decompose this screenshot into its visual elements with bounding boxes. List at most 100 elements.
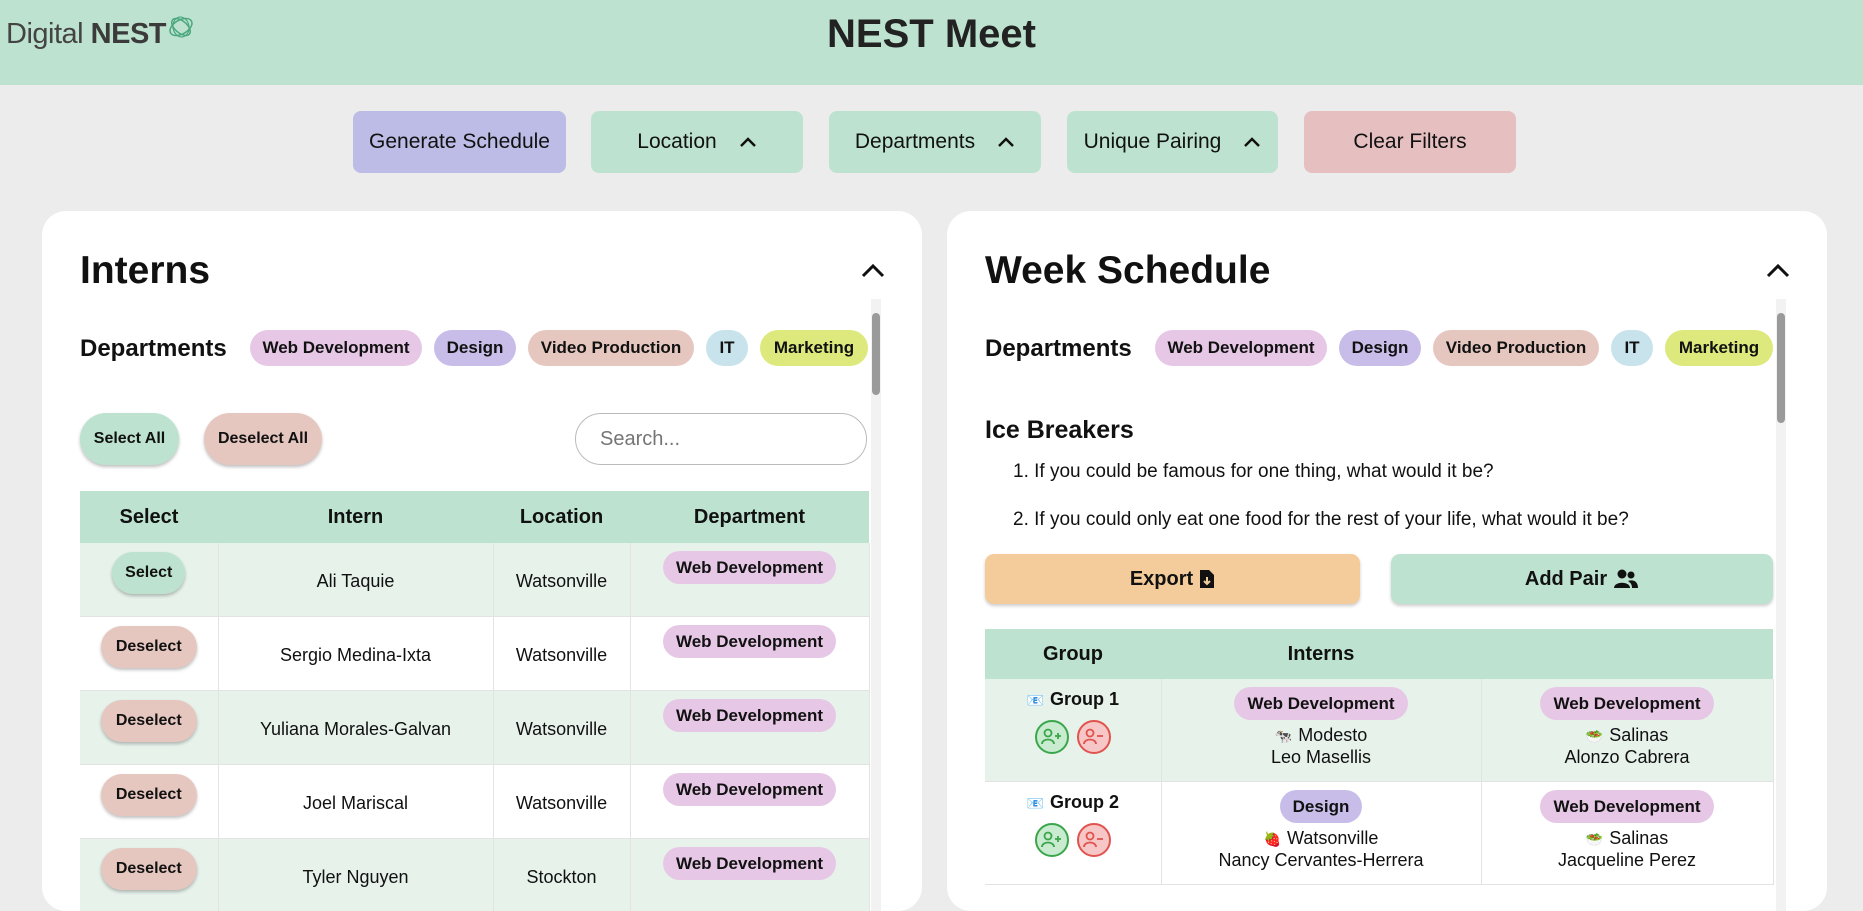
member-location: 🍓Watsonville <box>1163 828 1480 850</box>
dept-chip-design[interactable]: Design <box>434 330 516 366</box>
app-header: Digital NEST NEST Meet <box>0 0 1863 85</box>
select-intern-button[interactable]: Select <box>112 552 185 594</box>
interns-scrollbar[interactable] <box>871 299 881 911</box>
generate-schedule-button[interactable]: Generate Schedule <box>353 111 566 173</box>
dept-chip-video-production[interactable]: Video Production <box>1433 330 1599 366</box>
ice-breakers-title: Ice Breakers <box>985 416 1134 445</box>
deselect-all-button[interactable]: Deselect All <box>204 413 322 465</box>
department-tag: Web Development <box>1234 687 1407 720</box>
intern-location: Watsonville <box>516 719 607 739</box>
dept-chip-web-development[interactable]: Web Development <box>250 330 422 366</box>
email-icon: 📧 <box>1027 795 1044 811</box>
table-row: Select Ali Taquie Watsonville Web Develo… <box>80 543 869 617</box>
department-tag: Web Development <box>663 773 836 806</box>
unique-pairing-dropdown[interactable]: Unique Pairing <box>1067 111 1278 173</box>
intern-name: Sergio Medina-Ixta <box>280 645 431 665</box>
add-user-icon[interactable] <box>1035 720 1069 754</box>
location-text: Watsonville <box>1287 828 1378 848</box>
deselect-intern-button[interactable]: Deselect <box>101 774 197 816</box>
column-header: Interns <box>1161 629 1481 679</box>
column-header: Department <box>630 491 869 543</box>
generate-schedule-label: Generate Schedule <box>369 130 550 154</box>
ice-breaker-item: 1. If you could be famous for one thing,… <box>1013 461 1773 483</box>
add-pair-button[interactable]: Add Pair <box>1391 554 1773 604</box>
clear-filters-label: Clear Filters <box>1353 130 1466 154</box>
remove-user-icon[interactable] <box>1077 823 1111 857</box>
intern-location: Watsonville <box>516 793 607 813</box>
interns-panel: Interns Departments Web Development Desi… <box>42 211 922 911</box>
table-row: Deselect Joel Mariscal Watsonville Web D… <box>80 765 869 839</box>
table-row: 📧 Group 1 Web Development 🐄 Modesto Leo Ma… <box>985 679 1773 782</box>
dept-chip-design[interactable]: Design <box>1339 330 1421 366</box>
schedule-scrollbar-thumb[interactable] <box>1777 313 1785 423</box>
dept-chip-marketing[interactable]: Marketing <box>760 330 868 366</box>
collapse-chevron-icon[interactable] <box>859 257 887 285</box>
users-icon <box>1613 569 1639 589</box>
add-user-icon[interactable] <box>1035 823 1069 857</box>
column-header: Group <box>985 629 1161 679</box>
department-tag: Web Development <box>1540 790 1713 823</box>
export-button[interactable]: Export <box>985 554 1360 604</box>
member-name: Alonzo Cabrera <box>1483 747 1772 768</box>
intern-name: Tyler Nguyen <box>302 867 408 887</box>
member-name: Leo Masellis <box>1163 747 1480 768</box>
intern-name: Joel Mariscal <box>303 793 408 813</box>
group-name: 📧 Group 1 <box>986 689 1160 710</box>
interns-scrollbar-thumb[interactable] <box>872 313 880 395</box>
week-schedule-panel: Week Schedule Departments Web Developmen… <box>947 211 1827 911</box>
intern-name: Ali Taquie <box>317 571 395 591</box>
table-row: Deselect Sergio Medina-Ixta Watsonville … <box>80 617 869 691</box>
dept-chip-it[interactable]: IT <box>706 330 748 366</box>
department-tag: Web Development <box>1540 687 1713 720</box>
dept-chip-marketing[interactable]: Marketing <box>1665 330 1773 366</box>
remove-user-icon[interactable] <box>1077 720 1111 754</box>
table-row: Deselect Yuliana Morales-Galvan Watsonvi… <box>80 691 869 765</box>
interns-title: Interns <box>80 249 210 293</box>
group-label: Group 1 <box>1050 689 1119 709</box>
member-location: 🐄 Modesto <box>1163 725 1480 747</box>
dept-chip-it[interactable]: IT <box>1611 330 1653 366</box>
clear-filters-button[interactable]: Clear Filters <box>1304 111 1516 173</box>
column-header: Intern <box>218 491 493 543</box>
location-dropdown[interactable]: Location <box>591 111 803 173</box>
location-text: Modesto <box>1298 725 1367 745</box>
department-tag: Web Development <box>663 699 836 732</box>
departments-filter-label: Departments <box>80 335 227 363</box>
location-emoji-icon: 🥗 <box>1586 831 1603 847</box>
schedule-scrollbar[interactable] <box>1776 299 1786 911</box>
department-tag: Web Development <box>663 551 836 584</box>
departments-label: Departments <box>855 130 975 154</box>
file-export-icon <box>1199 569 1215 589</box>
search-input[interactable] <box>575 413 867 465</box>
groups-table: Group Interns 📧 Group 1 <box>985 629 1774 885</box>
group-label: Group 2 <box>1050 792 1119 812</box>
group-actions <box>986 720 1160 754</box>
deselect-intern-button[interactable]: Deselect <box>101 700 197 742</box>
departments-dropdown[interactable]: Departments <box>829 111 1041 173</box>
chevron-up-icon <box>739 136 757 148</box>
column-header: Location <box>493 491 630 543</box>
dept-chip-video-production[interactable]: Video Production <box>528 330 694 366</box>
department-tag: Web Development <box>663 625 836 658</box>
export-label: Export <box>1130 568 1193 591</box>
member-name: Nancy Cervantes-Herrera <box>1163 850 1480 871</box>
location-emoji-icon: 🐄 <box>1275 728 1292 744</box>
dept-chip-web-development[interactable]: Web Development <box>1155 330 1327 366</box>
app-title: NEST Meet <box>0 12 1863 57</box>
deselect-intern-button[interactable]: Deselect <box>101 626 197 668</box>
group-name: 📧 Group 2 <box>986 792 1160 813</box>
week-schedule-title: Week Schedule <box>985 249 1270 293</box>
intern-location: Stockton <box>526 867 596 887</box>
member-location: 🥗Salinas <box>1483 828 1772 850</box>
column-header: Select <box>80 491 218 543</box>
collapse-chevron-icon[interactable] <box>1764 257 1792 285</box>
table-header-row: Select Intern Location Department <box>80 491 869 543</box>
select-all-button[interactable]: Select All <box>80 413 179 465</box>
table-header-row: Group Interns <box>985 629 1773 679</box>
table-row: 📧Group 2 Design 🍓Watsonville Nancy Cerva… <box>985 782 1773 885</box>
email-icon: 📧 <box>1027 692 1044 708</box>
intern-name: Yuliana Morales-Galvan <box>260 719 451 739</box>
chevron-up-icon <box>1243 136 1261 148</box>
departments-filter-label: Departments <box>985 335 1132 363</box>
deselect-intern-button[interactable]: Deselect <box>101 848 197 890</box>
